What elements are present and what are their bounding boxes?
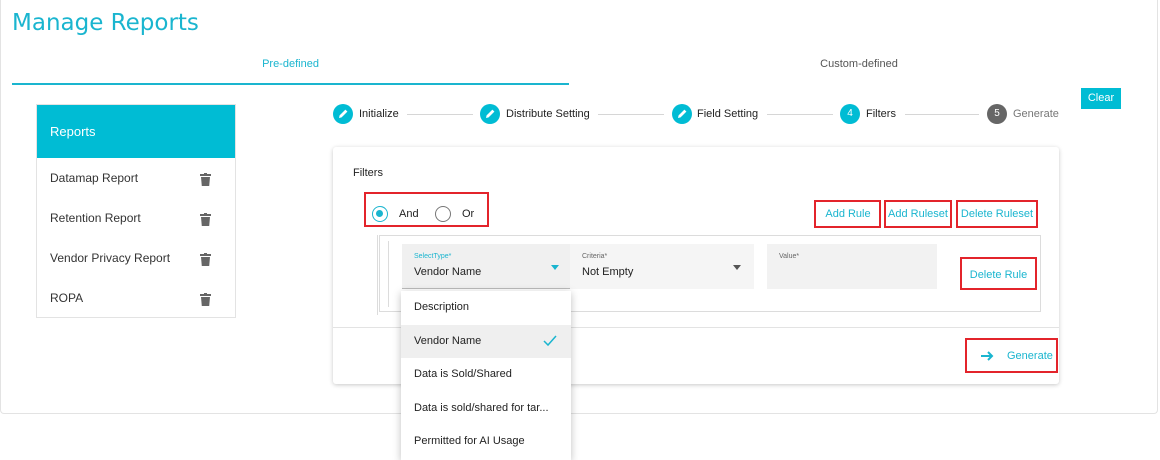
step-field-setting[interactable]: Field Setting — [697, 108, 758, 120]
ruleset-connector — [377, 235, 378, 315]
sidebar-item-label: Vendor Privacy Report — [50, 251, 171, 265]
tab-custom-defined[interactable]: Custom-defined — [569, 58, 1149, 70]
step-connector — [407, 114, 473, 115]
value-label: Value* — [779, 253, 800, 260]
step-number-5: 5 — [987, 104, 1007, 124]
select-type-field[interactable]: SelectType* Vendor Name — [402, 244, 572, 289]
generate-button[interactable]: Generate — [973, 347, 1053, 367]
select-type-label: SelectType* — [414, 253, 452, 260]
step-initialize[interactable]: Initialize — [359, 108, 399, 120]
step-distribute-setting[interactable]: Distribute Setting — [506, 108, 590, 120]
dropdown-option-description[interactable]: Description — [401, 291, 571, 325]
sidebar-item-retention-report[interactable]: Retention Report — [37, 198, 235, 238]
rule-connector — [388, 241, 389, 307]
trash-icon[interactable] — [200, 253, 211, 266]
pencil-icon — [480, 104, 500, 124]
step-connector — [905, 114, 979, 115]
and-radio[interactable] — [372, 206, 388, 222]
and-label: And — [399, 208, 419, 220]
sidebar-item-datamap-report[interactable]: Datamap Report — [37, 158, 235, 198]
delete-ruleset-button[interactable]: Delete Ruleset — [957, 208, 1037, 220]
or-radio[interactable] — [435, 206, 451, 222]
step-number-4: 4 — [840, 104, 860, 124]
trash-icon[interactable] — [200, 293, 211, 306]
filters-title: Filters — [353, 167, 383, 179]
reports-sidebar: Reports Datamap Report Retention Report … — [36, 104, 236, 318]
criteria-label: Criteria* — [582, 253, 608, 260]
dropdown-option-label: Vendor Name — [414, 334, 482, 347]
dropdown-option-data-sold-shared-targeted[interactable]: Data is sold/shared for tar... — [401, 392, 571, 426]
report-stepper: Initialize Distribute Setting Field Sett… — [1, 104, 1160, 124]
trash-icon[interactable] — [200, 173, 211, 186]
criteria-value: Not Empty — [582, 266, 634, 278]
tab-pre-defined[interactable]: Pre-defined — [12, 58, 569, 85]
step-connector — [598, 114, 664, 115]
sidebar-item-label: Retention Report — [50, 211, 141, 225]
step-connector — [767, 114, 833, 115]
delete-rule-button[interactable]: Delete Rule — [962, 269, 1035, 281]
step-filters[interactable]: Filters — [866, 108, 896, 120]
add-rule-button[interactable]: Add Rule — [817, 208, 879, 220]
chevron-down-icon — [733, 265, 741, 270]
value-field[interactable]: Value* — [767, 244, 937, 289]
trash-icon[interactable] — [200, 213, 211, 226]
dropdown-option-data-sold-shared[interactable]: Data is Sold/Shared — [401, 358, 571, 392]
or-label: Or — [462, 208, 475, 220]
dropdown-option-vendor-name[interactable]: Vendor Name — [401, 324, 571, 358]
manage-reports-panel: Manage Reports Pre-defined Custom-define… — [0, 0, 1158, 414]
pencil-icon — [333, 104, 353, 124]
select-type-dropdown: Description Vendor Name Data is Sold/Sha… — [401, 291, 571, 460]
chevron-down-icon — [551, 265, 559, 270]
select-type-value: Vendor Name — [414, 266, 482, 278]
pencil-icon — [672, 104, 692, 124]
generate-label: Generate — [1007, 350, 1053, 362]
arrow-right-icon — [981, 351, 994, 361]
add-ruleset-button[interactable]: Add Ruleset — [885, 208, 951, 220]
criteria-field[interactable]: Criteria* Not Empty — [570, 244, 754, 289]
sidebar-item-label: Datamap Report — [50, 171, 139, 185]
sidebar-item-label: ROPA — [50, 291, 84, 305]
sidebar-item-vendor-privacy-report[interactable]: Vendor Privacy Report — [37, 238, 235, 278]
check-icon — [543, 335, 557, 346]
page-title: Manage Reports — [12, 10, 199, 36]
sidebar-item-ropa[interactable]: ROPA — [37, 278, 235, 318]
step-generate[interactable]: Generate — [1013, 108, 1059, 120]
dropdown-option-permitted-ai-usage[interactable]: Permitted for AI Usage — [401, 425, 571, 459]
